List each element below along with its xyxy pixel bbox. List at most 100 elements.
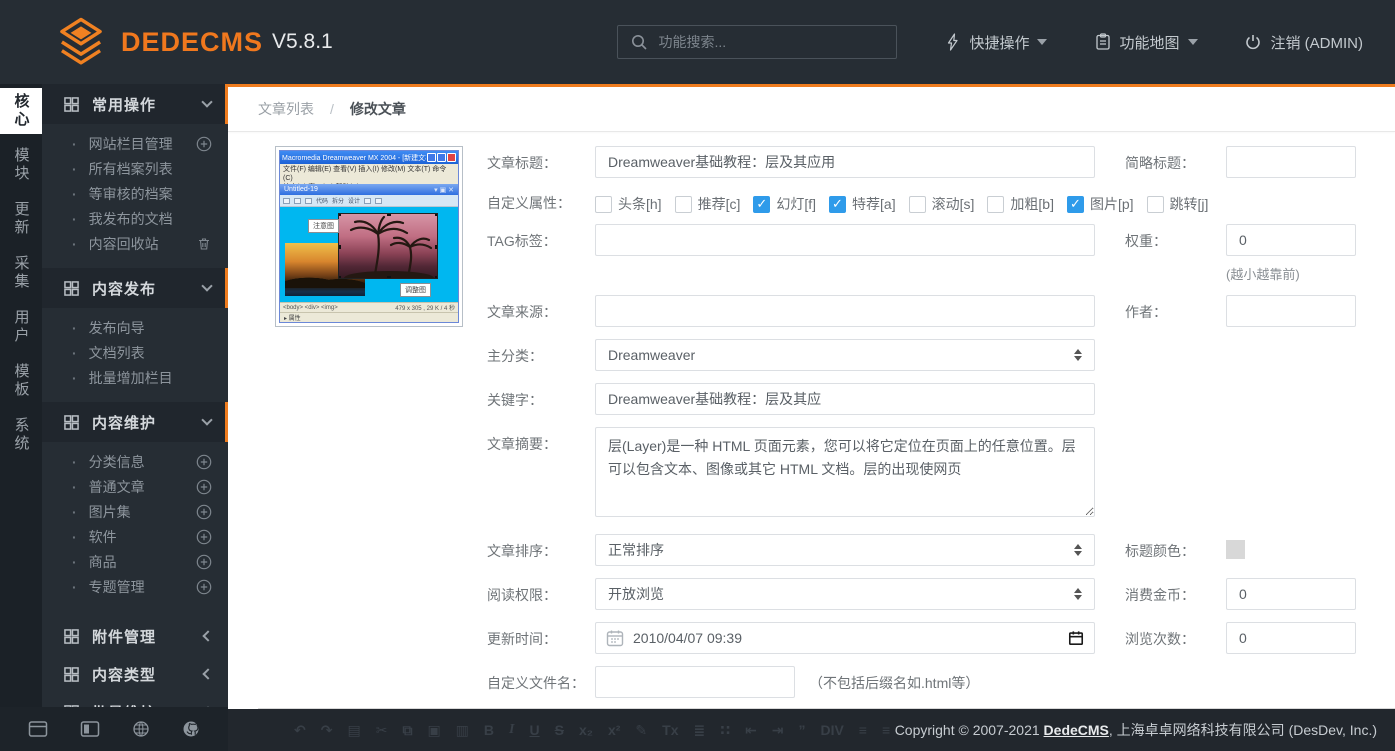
editor-tool-icon[interactable]: ✂ bbox=[376, 722, 388, 739]
checkbox-icon[interactable] bbox=[829, 196, 846, 213]
plus-circle-icon[interactable] bbox=[196, 479, 212, 495]
editor-tool-icon[interactable]: x₂ bbox=[579, 722, 593, 738]
editor-tool-icon[interactable]: S bbox=[555, 722, 564, 738]
checkbox-special-recommend[interactable]: 特荐[a] bbox=[829, 194, 896, 214]
read-access-select[interactable]: 开放浏览 bbox=[595, 578, 1095, 610]
tab-collect[interactable]: 采集 bbox=[0, 250, 42, 296]
keywords-input[interactable] bbox=[595, 383, 1095, 415]
sidebar-item-batch-add-columns[interactable]: · 批量增加栏目 bbox=[42, 365, 228, 390]
sidebar-item-document-list[interactable]: · 文档列表 bbox=[42, 340, 228, 365]
logout-button[interactable]: 注销 (ADMIN) bbox=[1244, 32, 1364, 53]
sidebar-item-my-published-docs[interactable]: · 我发布的文档 bbox=[42, 206, 228, 231]
main-category-select[interactable]: Dreamweaver bbox=[595, 339, 1095, 371]
view-count-input[interactable] bbox=[1226, 622, 1356, 654]
tab-modules[interactable]: 模块 bbox=[0, 142, 42, 188]
function-map-menu[interactable]: 功能地图 bbox=[1095, 32, 1197, 53]
tab-users[interactable]: 用户 bbox=[0, 304, 42, 350]
editor-tool-icon[interactable]: ≣ bbox=[694, 722, 706, 739]
editor-tool-icon[interactable]: ▥ bbox=[456, 722, 469, 739]
checkbox-recommend[interactable]: 推荐[c] bbox=[675, 194, 741, 214]
sidebar-item-all-archives-list[interactable]: · 所有档案列表 bbox=[42, 156, 228, 181]
checkbox-icon[interactable] bbox=[1067, 196, 1084, 213]
article-source-input[interactable] bbox=[595, 295, 1095, 327]
tab-system[interactable]: 系统 bbox=[0, 412, 42, 458]
sidebar-item-content-recycle-bin[interactable]: · 内容回收站 bbox=[42, 231, 228, 256]
editor-tool-icon[interactable]: ✎ bbox=[635, 722, 647, 739]
short-title-input[interactable] bbox=[1226, 146, 1356, 178]
sidebar-item-classified-info[interactable]: · 分类信息 bbox=[42, 449, 228, 474]
sidebar-item-normal-article[interactable]: · 普通文章 bbox=[42, 474, 228, 499]
plus-circle-icon[interactable] bbox=[196, 454, 212, 470]
sidebar-item-website-column-management[interactable]: · 网站栏目管理 bbox=[42, 131, 228, 156]
section-content-maintenance[interactable]: 内容维护 bbox=[42, 402, 228, 442]
checkbox-icon[interactable] bbox=[987, 196, 1004, 213]
plus-circle-icon[interactable] bbox=[196, 529, 212, 545]
checkbox-headline[interactable]: 头条[h] bbox=[595, 194, 662, 214]
plus-circle-icon[interactable] bbox=[196, 136, 212, 152]
article-thumbnail[interactable]: Macromedia Dreamweaver MX 2004 - [新建文档 (… bbox=[275, 146, 463, 327]
tag-input[interactable] bbox=[595, 224, 1095, 256]
editor-tool-icon[interactable]: ≡ bbox=[882, 722, 890, 738]
function-search[interactable] bbox=[617, 25, 897, 59]
plus-circle-icon[interactable] bbox=[196, 554, 212, 570]
editor-tool-icon[interactable]: ↶ bbox=[294, 722, 306, 739]
tab-update[interactable]: 更新 bbox=[0, 196, 42, 242]
section-content-publishing[interactable]: 内容发布 bbox=[42, 268, 228, 308]
checkbox-bold[interactable]: 加粗[b] bbox=[987, 194, 1054, 214]
search-input[interactable] bbox=[658, 34, 878, 50]
sidebar-item-topic-management[interactable]: · 专题管理 bbox=[42, 574, 228, 599]
quick-actions-menu[interactable]: 快捷操作 bbox=[945, 32, 1047, 53]
custom-filename-input[interactable] bbox=[595, 666, 795, 698]
sidebar-item-product[interactable]: · 商品 bbox=[42, 549, 228, 574]
editor-tool-icon[interactable]: ▣ bbox=[427, 722, 440, 739]
consume-coins-input[interactable] bbox=[1226, 578, 1356, 610]
editor-tool-icon[interactable]: ▤ bbox=[347, 722, 360, 739]
weight-input[interactable] bbox=[1226, 224, 1356, 256]
editor-tool-icon[interactable]: ⇤ bbox=[745, 722, 757, 739]
breadcrumb-article-list[interactable]: 文章列表 bbox=[258, 99, 314, 119]
article-sort-select[interactable]: 正常排序 bbox=[595, 534, 1095, 566]
checkbox-jump[interactable]: 跳转[j] bbox=[1147, 194, 1209, 214]
tab-core[interactable]: 核心 bbox=[0, 88, 42, 134]
editor-tool-icon[interactable]: DIV bbox=[820, 722, 843, 738]
checkbox-icon[interactable] bbox=[1147, 196, 1164, 213]
checkbox-scroll[interactable]: 滚动[s] bbox=[909, 194, 975, 214]
dedecms-link[interactable]: DedeCMS bbox=[1044, 722, 1109, 738]
article-summary-textarea[interactable]: 层(Layer)是一种 HTML 页面元素，您可以将它定位在页面上的任意位置。层… bbox=[595, 427, 1095, 517]
layout-toggle-icon[interactable] bbox=[80, 720, 100, 738]
editor-tool-icon[interactable]: I bbox=[509, 722, 514, 738]
editor-tool-icon[interactable]: B bbox=[484, 722, 494, 738]
update-time-picker[interactable]: 2010/04/07 09:39 bbox=[595, 622, 1095, 654]
title-color-swatch[interactable] bbox=[1226, 540, 1245, 559]
checkbox-icon[interactable] bbox=[595, 196, 612, 213]
checkbox-icon[interactable] bbox=[909, 196, 926, 213]
selection-handle[interactable] bbox=[387, 213, 391, 216]
checkbox-slideshow[interactable]: 幻灯[f] bbox=[753, 194, 816, 214]
author-input[interactable] bbox=[1226, 295, 1356, 327]
editor-tool-icon[interactable]: U bbox=[529, 722, 539, 738]
section-attachment-management[interactable]: 附件管理 bbox=[42, 617, 228, 655]
editor-tool-icon[interactable]: ⇥ bbox=[772, 722, 784, 739]
section-content-type[interactable]: 内容类型 bbox=[42, 655, 228, 693]
globe-icon[interactable] bbox=[132, 720, 150, 738]
editor-tool-icon[interactable]: x² bbox=[608, 722, 620, 738]
editor-tool-icon[interactable]: ∷ bbox=[720, 722, 730, 739]
sidebar-item-image-gallery[interactable]: · 图片集 bbox=[42, 499, 228, 524]
brand[interactable]: DEDECMS V5.8.1 bbox=[55, 16, 333, 68]
sidebar-item-software[interactable]: · 软件 bbox=[42, 524, 228, 549]
tab-templates[interactable]: 模板 bbox=[0, 358, 42, 404]
editor-tool-icon[interactable]: ↷ bbox=[321, 722, 333, 739]
plus-circle-icon[interactable] bbox=[196, 579, 212, 595]
checkbox-image[interactable]: 图片[p] bbox=[1067, 194, 1134, 214]
checkbox-icon[interactable] bbox=[753, 196, 770, 213]
github-icon[interactable] bbox=[182, 720, 200, 738]
editor-tool-icon[interactable]: Tx bbox=[662, 722, 678, 738]
section-common-operations[interactable]: 常用操作 bbox=[42, 84, 228, 124]
sidebar-item-pending-review-archives[interactable]: · 等审核的档案 bbox=[42, 181, 228, 206]
selection-handle[interactable] bbox=[338, 213, 341, 216]
editor-tool-icon[interactable]: ” bbox=[798, 722, 805, 738]
plus-circle-icon[interactable] bbox=[196, 504, 212, 520]
trash-icon[interactable] bbox=[196, 236, 212, 252]
sidebar-item-publish-wizard[interactable]: · 发布向导 bbox=[42, 315, 228, 340]
selection-handle[interactable] bbox=[338, 245, 341, 249]
